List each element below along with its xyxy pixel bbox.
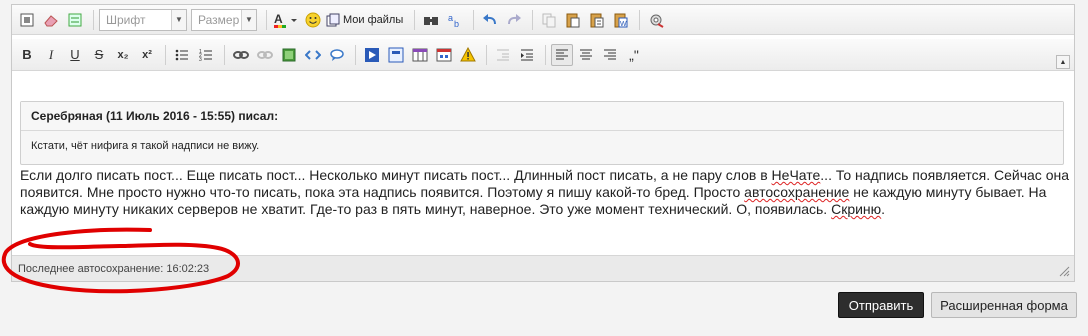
font-size-select[interactable]: Размер ▼	[191, 8, 257, 31]
outdent-icon[interactable]	[492, 44, 514, 66]
underline-button[interactable]: U	[64, 44, 86, 66]
svg-text:a: a	[448, 13, 453, 23]
chevron-down-icon: ▼	[171, 9, 186, 30]
misspelled-word: автосохранение	[744, 184, 850, 200]
find-icon[interactable]	[420, 9, 442, 31]
redo-icon[interactable]	[503, 9, 525, 31]
copy-icon[interactable]	[538, 9, 560, 31]
toolbar-separator	[165, 44, 166, 65]
subscript-button[interactable]: x₂	[112, 44, 134, 66]
code-icon[interactable]	[302, 44, 324, 66]
paste-word-icon[interactable]: W	[610, 9, 632, 31]
source-view-icon[interactable]	[16, 9, 38, 31]
toolbar-separator	[224, 44, 225, 65]
my-files-button[interactable]: Мои файлы	[326, 13, 403, 27]
font-family-value: Шрифт	[106, 12, 146, 27]
misspelled-word: НеЧате	[771, 167, 821, 183]
paste-text-icon[interactable]	[586, 9, 608, 31]
toolbar-separator	[414, 9, 416, 30]
settings-icon[interactable]	[645, 9, 667, 31]
resize-grip-icon[interactable]	[1058, 265, 1070, 277]
toolbar-separator	[473, 9, 475, 30]
toolbar-separator	[639, 9, 641, 30]
editor-content[interactable]: Серебряная (11 Июль 2016 - 15:55) писал:…	[12, 71, 1074, 253]
files-icon	[326, 13, 340, 26]
chevron-down-icon: ▼	[241, 9, 256, 30]
image-icon[interactable]	[278, 44, 300, 66]
post-text-part: .	[881, 201, 886, 217]
post-text: Если долго писать пост... Еще писать пос…	[20, 167, 1070, 218]
svg-text:A: A	[274, 12, 283, 26]
italic-button[interactable]: I	[40, 44, 62, 66]
editor-toolbar-top: Шрифт ▼ Размер ▼ A Мои файлы ab W	[12, 5, 1074, 35]
media-icon[interactable]	[361, 44, 383, 66]
quote-text: Кстати, чёт нифига я такой надписи не ви…	[31, 140, 260, 152]
superscript-button[interactable]: x²	[136, 44, 158, 66]
smiley-icon[interactable]	[302, 9, 324, 31]
toolbar-separator	[486, 44, 487, 65]
editor-statusbar: Последнее автосохранение: 16:02:23	[12, 255, 1074, 281]
bulleted-list-icon[interactable]	[171, 44, 193, 66]
font-size-value: Размер	[198, 12, 240, 27]
indent-icon[interactable]	[516, 44, 538, 66]
quote-block: Серебряная (11 Июль 2016 - 15:55) писал:…	[20, 101, 1064, 165]
strikethrough-button[interactable]: S	[88, 44, 110, 66]
align-center-icon[interactable]	[575, 44, 597, 66]
undo-icon[interactable]	[479, 9, 501, 31]
table-icon[interactable]	[409, 44, 431, 66]
align-right-icon[interactable]	[599, 44, 621, 66]
quote-bubble-icon[interactable]	[326, 44, 348, 66]
toolbar-separator	[355, 44, 356, 65]
toolbar-separator	[545, 44, 546, 65]
replace-icon[interactable]: ab	[444, 9, 466, 31]
warning-icon[interactable]	[457, 44, 479, 66]
paste-icon[interactable]	[562, 9, 584, 31]
misspelled-word: Скриню	[831, 201, 882, 217]
calendar-icon[interactable]	[433, 44, 455, 66]
send-button[interactable]: Отправить	[838, 292, 924, 318]
scroll-up-arrow-icon[interactable]: ▲	[1056, 55, 1070, 69]
link-icon[interactable]	[230, 44, 252, 66]
svg-text:b: b	[454, 19, 459, 28]
toolbar-separator	[532, 9, 534, 30]
svg-text:3: 3	[199, 57, 202, 62]
numbered-list-icon[interactable]: 123	[195, 44, 217, 66]
toggle-toolbar-icon[interactable]	[64, 9, 86, 31]
eraser-icon[interactable]	[40, 9, 62, 31]
toolbar-separator	[93, 9, 94, 30]
toolbar-separator	[266, 9, 267, 30]
align-left-icon[interactable]	[551, 43, 573, 66]
spoiler-icon[interactable]	[385, 44, 407, 66]
text-color-icon[interactable]: A	[272, 9, 300, 31]
advanced-form-button[interactable]: Расширенная форма	[931, 292, 1077, 318]
bold-button[interactable]: B	[16, 44, 38, 66]
rich-text-editor: Шрифт ▼ Размер ▼ A Мои файлы ab W B I U …	[11, 4, 1075, 282]
post-text-part: Если долго писать пост... Еще писать пос…	[20, 167, 772, 183]
my-files-label: Мои файлы	[343, 13, 404, 26]
font-family-select[interactable]: Шрифт ▼	[99, 8, 187, 31]
quote-marks-button[interactable]: „"	[623, 44, 645, 66]
unlink-icon[interactable]	[254, 44, 276, 66]
editor-toolbar-bottom: B I U S x₂ x² 123 „"	[12, 39, 1074, 71]
svg-text:W: W	[620, 21, 627, 28]
quote-header: Серебряная (11 Июль 2016 - 15:55) писал:	[21, 102, 1063, 131]
autosave-status: Последнее автосохранение: 16:02:23	[18, 262, 210, 275]
